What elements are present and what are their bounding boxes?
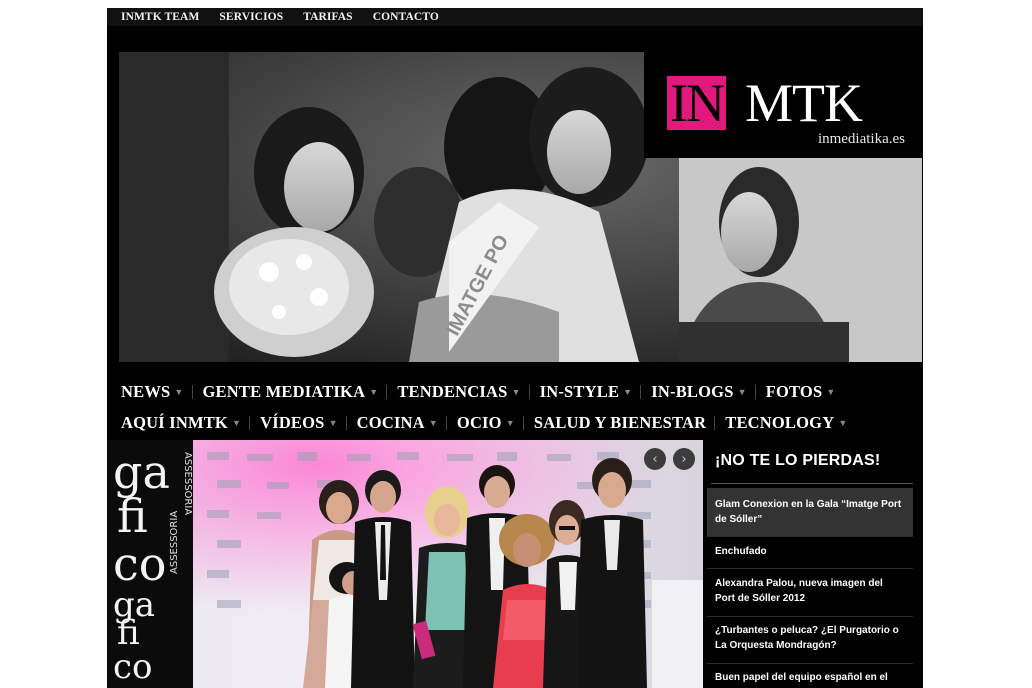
category-aqui-inmtk[interactable]: AQUÍ INMTK ▼ bbox=[121, 413, 241, 433]
sidebar-item[interactable]: Glam Conexion en la Gala “Imatge Port de… bbox=[707, 488, 913, 536]
site-frame: INMTK TEAM SERVICIOS TARIFAS CONTACTO IM… bbox=[107, 8, 923, 688]
category-news[interactable]: NEWS ▼ bbox=[121, 382, 184, 402]
category-label: OCIO bbox=[456, 413, 502, 432]
category-tecnology[interactable]: TECNOLOGY ▼ bbox=[725, 413, 847, 433]
slider-prev-button[interactable]: ‹ bbox=[644, 448, 666, 470]
divider bbox=[707, 536, 913, 537]
divider bbox=[754, 385, 756, 399]
category-salud-y-bienestar[interactable]: SALUD Y BIENESTAR bbox=[534, 413, 706, 433]
sidebar-no-te-lo-pierdas: ¡NO TE LO PIERDAS! Glam Conexion en la G… bbox=[703, 440, 923, 688]
category-label: FOTOS bbox=[765, 382, 823, 401]
divider bbox=[191, 385, 193, 399]
divider bbox=[522, 416, 524, 430]
category-label: COCINA bbox=[356, 413, 425, 432]
divider bbox=[528, 385, 530, 399]
topnav-link-contacto[interactable]: CONTACTO bbox=[373, 11, 439, 23]
category-cocina[interactable]: COCINA ▼ bbox=[357, 413, 438, 433]
category-label: TECNOLOGY bbox=[725, 413, 835, 432]
category-label: NEWS bbox=[121, 382, 171, 401]
banner-text-fi: fi bbox=[117, 489, 148, 543]
logo-in-mark: IN bbox=[667, 76, 726, 130]
banner-text-assessoria-2: ASSESSORIA bbox=[169, 511, 180, 574]
divider bbox=[345, 416, 347, 430]
category-label: IN-BLOGS bbox=[651, 382, 734, 401]
divider bbox=[707, 663, 913, 664]
chevron-down-icon: ▼ bbox=[826, 387, 836, 397]
category-in-blogs[interactable]: IN-BLOGS ▼ bbox=[651, 382, 746, 402]
sidebar-item[interactable]: Buen papel del equipo español en el bbox=[707, 670, 913, 685]
sidebar-item[interactable]: Alexandra Palou, nueva imagen del Port d… bbox=[707, 576, 913, 606]
sidebar-item[interactable]: ¿Turbantes o peluca? ¿El Purgatorio o La… bbox=[707, 623, 913, 653]
sidebar-title: ¡NO TE LO PIERDAS! bbox=[715, 452, 881, 469]
banner-text-co: co bbox=[113, 537, 166, 591]
featured-slider-image[interactable]: ga fi co ASSESSORIA ga fi co ASSESSORIA bbox=[107, 440, 703, 688]
divider bbox=[707, 568, 913, 569]
chevron-down-icon: ▼ bbox=[505, 418, 515, 428]
chevron-left-icon: ‹ bbox=[652, 451, 658, 467]
category-videos[interactable]: VÍDEOS ▼ bbox=[260, 413, 338, 433]
banner-text-co-2: co bbox=[113, 647, 153, 687]
sidebar-item[interactable]: Enchufado bbox=[707, 544, 913, 559]
category-nav-row-1: NEWS ▼ GENTE MEDIATIKA ▼ TENDENCIAS ▼ IN-ST… bbox=[121, 379, 841, 405]
category-label: TENDENCIAS bbox=[397, 382, 508, 401]
category-label: AQUÍ INMTK bbox=[121, 413, 228, 432]
divider bbox=[445, 416, 447, 430]
topnav-link-tarifas[interactable]: TARIFAS bbox=[303, 11, 352, 23]
chevron-down-icon: ▼ bbox=[231, 418, 242, 428]
event-photo-illustration: ga fi co ASSESSORIA ga fi co ASSESSORIA bbox=[107, 440, 703, 688]
slider-next-button[interactable]: › bbox=[673, 448, 695, 470]
divider bbox=[714, 416, 716, 430]
category-label: IN-STYLE bbox=[539, 382, 620, 401]
category-label: VÍDEOS bbox=[260, 413, 325, 432]
category-nav: NEWS ▼ GENTE MEDIATIKA ▼ TENDENCIAS ▼ IN-ST… bbox=[107, 378, 923, 440]
site-logo[interactable]: IN MTK inmediatika.es bbox=[644, 52, 922, 158]
category-tendencias[interactable]: TENDENCIAS ▼ bbox=[397, 382, 520, 402]
chevron-down-icon: ▼ bbox=[174, 387, 184, 397]
category-nav-row-2: AQUÍ INMTK ▼ VÍDEOS ▼ COCINA ▼ OCIO ▼ SALUD … bbox=[121, 410, 853, 436]
top-nav: INMTK TEAM SERVICIOS TARIFAS CONTACTO bbox=[107, 8, 923, 26]
divider bbox=[249, 416, 251, 430]
chevron-down-icon: ▼ bbox=[328, 418, 338, 428]
chevron-right-icon: › bbox=[681, 451, 687, 467]
logo-mtk-text: MTK bbox=[745, 73, 863, 133]
divider bbox=[640, 385, 642, 399]
category-label: SALUD Y BIENESTAR bbox=[533, 413, 707, 432]
logo-domain: inmediatika.es bbox=[817, 131, 905, 147]
divider bbox=[386, 385, 388, 399]
category-gente-mediatika[interactable]: GENTE MEDIATIKA ▼ bbox=[203, 382, 379, 402]
chevron-down-icon: ▼ bbox=[737, 387, 747, 397]
category-fotos[interactable]: FOTOS ▼ bbox=[766, 382, 836, 402]
topnav-link-servicios[interactable]: SERVICIOS bbox=[219, 11, 283, 23]
banner-text-assessoria: ASSESSORIA bbox=[182, 452, 193, 515]
chevron-down-icon: ▼ bbox=[369, 387, 379, 397]
chevron-down-icon: ▼ bbox=[623, 387, 633, 397]
topnav-link-inmtk-team[interactable]: INMTK TEAM bbox=[121, 11, 199, 23]
divider bbox=[711, 483, 913, 484]
category-ocio[interactable]: OCIO ▼ bbox=[457, 413, 515, 433]
chevron-down-icon: ▼ bbox=[428, 418, 438, 428]
chevron-down-icon: ▼ bbox=[511, 387, 521, 397]
divider bbox=[707, 616, 913, 617]
category-label: GENTE MEDIATIKA bbox=[202, 382, 366, 401]
category-in-style[interactable]: IN-STYLE ▼ bbox=[540, 382, 633, 402]
chevron-down-icon: ▼ bbox=[838, 418, 848, 428]
